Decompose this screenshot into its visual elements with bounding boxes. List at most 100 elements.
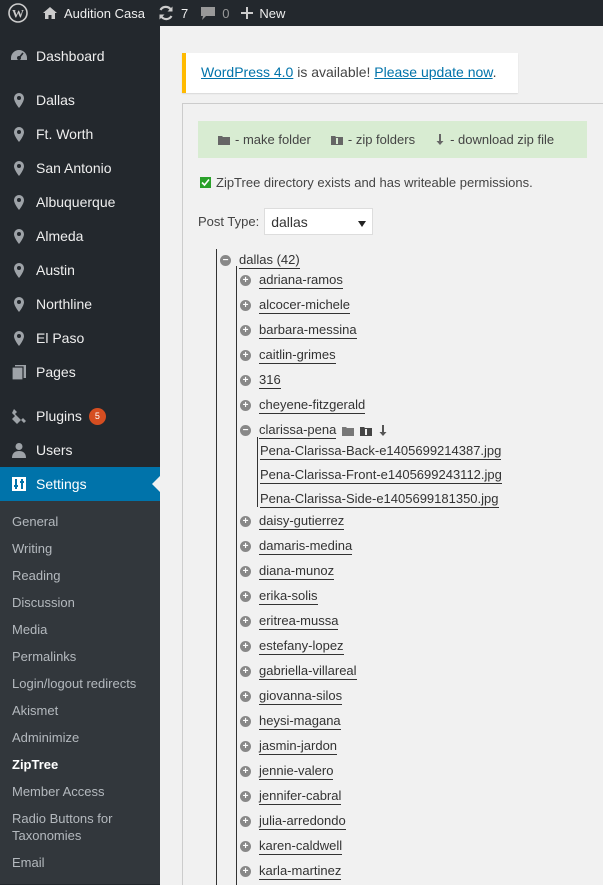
expand-icon: + bbox=[240, 816, 251, 827]
folder-label: diana-munoz bbox=[259, 563, 335, 580]
menu-dallas[interactable]: Dallas bbox=[0, 83, 160, 117]
submenu-reading[interactable]: Reading bbox=[0, 562, 160, 589]
folder-icon bbox=[218, 135, 230, 145]
zip-folder-icon bbox=[330, 135, 343, 145]
tree-folder[interactable]: + erika-solis bbox=[240, 588, 318, 605]
updates-link[interactable]: 7 bbox=[151, 0, 194, 26]
tree-branch-line bbox=[257, 437, 258, 507]
tree-folder[interactable]: + jasmin-jardon bbox=[240, 738, 338, 755]
tree-folder[interactable]: + diana-munoz bbox=[240, 563, 335, 580]
tree-folder[interactable]: + estefany-lopez bbox=[240, 638, 344, 655]
status-text: ZipTree directory exists and has writeab… bbox=[216, 175, 533, 190]
menu-austin[interactable]: Austin bbox=[0, 253, 160, 287]
tree-folder[interactable]: + jennifer-cabral bbox=[240, 788, 342, 805]
folder-label: estefany-lopez bbox=[259, 638, 344, 655]
comments-count: 0 bbox=[222, 5, 230, 21]
post-type-row: Post Type: dallas bbox=[198, 208, 374, 235]
tree-folder[interactable]: + caitlin-grimes bbox=[240, 347, 336, 364]
make-folder-icon[interactable] bbox=[342, 426, 355, 436]
submenu-adminimize[interactable]: Adminimize bbox=[0, 724, 160, 751]
submenu-ziptree[interactable]: ZipTree bbox=[0, 751, 160, 778]
submenu-radio-buttons-for-taxonomies[interactable]: Radio Buttons for Taxonomies bbox=[0, 805, 160, 849]
expand-icon: + bbox=[240, 541, 251, 552]
tree-folder[interactable]: + heysi-magana bbox=[240, 713, 341, 730]
dropdown-arrow-icon bbox=[358, 214, 367, 230]
expand-icon: + bbox=[240, 641, 251, 652]
zip-folder-icon[interactable] bbox=[360, 426, 373, 436]
download-arrow-icon[interactable] bbox=[378, 424, 388, 437]
tree-folder[interactable]: + giovanna-silos bbox=[240, 688, 343, 705]
comments-link[interactable]: 0 bbox=[194, 0, 235, 26]
menu-users[interactable]: Users bbox=[0, 433, 160, 467]
submenu-media[interactable]: Media bbox=[0, 616, 160, 643]
wordpress-logo-icon[interactable]: W bbox=[0, 0, 36, 26]
tree-folder[interactable]: + daisy-gutierrez bbox=[240, 513, 345, 530]
menu-northline[interactable]: Northline bbox=[0, 287, 160, 321]
post-type-select[interactable]: dallas bbox=[264, 208, 374, 235]
tree-folder[interactable]: + damaris-medina bbox=[240, 538, 353, 555]
menu-settings[interactable]: Settings bbox=[0, 467, 160, 501]
legend-label: - download zip file bbox=[450, 132, 555, 147]
wordpress-version-link[interactable]: WordPress 4.0 bbox=[201, 64, 293, 80]
submenu-email[interactable]: Email bbox=[0, 849, 160, 876]
notice-end: . bbox=[492, 64, 497, 80]
tree-folder[interactable]: + karla-martinez bbox=[240, 863, 342, 880]
submenu-login-logout-redirects[interactable]: Login/logout redirects bbox=[0, 670, 160, 697]
tree-folder[interactable]: + barbara-messina bbox=[240, 322, 357, 339]
notice-text: is available! bbox=[293, 64, 375, 80]
tree-root-label: dallas (42) bbox=[239, 252, 300, 269]
submenu-discussion[interactable]: Discussion bbox=[0, 589, 160, 616]
tree-folder[interactable]: + julia-arredondo bbox=[240, 813, 346, 830]
menu-label: Plugins bbox=[36, 408, 82, 424]
tree-file[interactable]: Pena-Clarissa-Side-e1405699181350.jpg bbox=[260, 491, 499, 508]
location-pin-icon bbox=[10, 193, 28, 211]
new-content-link[interactable]: New bbox=[235, 0, 291, 26]
menu-label: Ft. Worth bbox=[36, 126, 94, 142]
submenu-writing[interactable]: Writing bbox=[0, 535, 160, 562]
site-name-link[interactable]: Audition Casa bbox=[36, 0, 151, 26]
updates-icon bbox=[157, 5, 175, 21]
menu-san-antonio[interactable]: San Antonio bbox=[0, 151, 160, 185]
folder-label: barbara-messina bbox=[259, 322, 357, 339]
plugins-icon bbox=[10, 407, 28, 425]
tree-folder[interactable]: + adriana-ramos bbox=[240, 272, 343, 289]
collapse-icon: − bbox=[220, 255, 231, 266]
submenu-general[interactable]: General bbox=[0, 508, 160, 535]
directory-tree: − dallas (42) + adriana-ramos + alcocer-mi… bbox=[216, 249, 603, 885]
tree-file[interactable]: Pena-Clarissa-Back-e1405699214387.jpg bbox=[260, 443, 502, 460]
tree-folder[interactable]: + eritrea-mussa bbox=[240, 613, 339, 630]
tree-folder-expanded[interactable]: − clarissa-pena bbox=[240, 422, 388, 439]
menu-albuquerque[interactable]: Albuquerque bbox=[0, 185, 160, 219]
expand-icon: + bbox=[240, 400, 251, 411]
folder-label: karen-caldwell bbox=[259, 838, 343, 855]
collapse-icon: − bbox=[240, 425, 251, 436]
folder-label: damaris-medina bbox=[259, 538, 353, 555]
tree-folder[interactable]: + gabriella-villareal bbox=[240, 663, 357, 680]
admin-sidebar: Dashboard Dallas Ft. Worth San Antonio A… bbox=[0, 26, 160, 885]
menu-plugins[interactable]: Plugins 5 bbox=[0, 399, 160, 433]
menu-el-paso[interactable]: El Paso bbox=[0, 321, 160, 355]
tree-folder[interactable]: + karen-caldwell bbox=[240, 838, 343, 855]
update-now-link[interactable]: Please update now bbox=[374, 64, 492, 80]
location-pin-icon bbox=[10, 91, 28, 109]
tree-folder[interactable]: + alcocer-michele bbox=[240, 297, 351, 314]
submenu-permalinks[interactable]: Permalinks bbox=[0, 643, 160, 670]
tree-folder[interactable]: + cheyene-fitzgerald bbox=[240, 397, 366, 414]
tree-root[interactable]: − dallas (42) bbox=[220, 252, 300, 269]
tree-folder[interactable]: +316 bbox=[240, 372, 281, 389]
menu-ft-worth[interactable]: Ft. Worth bbox=[0, 117, 160, 151]
tree-file[interactable]: Pena-Clarissa-Front-e1405699243112.jpg bbox=[260, 467, 502, 484]
folder-label: clarissa-pena bbox=[259, 422, 337, 439]
menu-dashboard[interactable]: Dashboard bbox=[0, 39, 160, 73]
menu-label: El Paso bbox=[36, 330, 85, 346]
folder-label: daisy-gutierrez bbox=[259, 513, 345, 530]
expand-icon: + bbox=[240, 591, 251, 602]
menu-pages[interactable]: Pages bbox=[0, 355, 160, 389]
submenu-akismet[interactable]: Akismet bbox=[0, 697, 160, 724]
menu-almeda[interactable]: Almeda bbox=[0, 219, 160, 253]
updates-count: 7 bbox=[180, 5, 189, 21]
legend-label: - make folder bbox=[235, 132, 311, 147]
submenu-member-access[interactable]: Member Access bbox=[0, 778, 160, 805]
tree-folder[interactable]: + jennie-valero bbox=[240, 763, 334, 780]
post-type-label: Post Type: bbox=[198, 214, 260, 229]
